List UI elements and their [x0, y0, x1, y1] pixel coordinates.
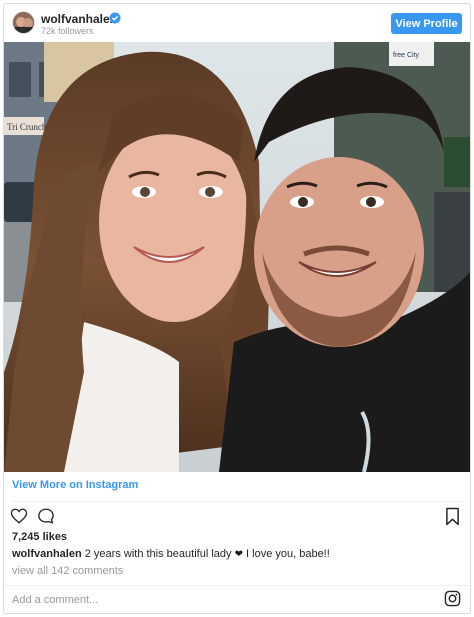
bookmark-icon[interactable] [445, 507, 460, 526]
header-username[interactable]: wolfvanhalen [41, 12, 117, 26]
caption-text: 2 years with this beautiful lady [84, 548, 232, 560]
add-comment-input[interactable] [12, 592, 412, 608]
instagram-embed-card: wolfvanhalen 72k followers View Profile [3, 3, 471, 614]
shop-sign-text: Tri Crunch [7, 122, 47, 132]
caption: wolfvanhalen 2 years with this beautiful… [12, 548, 330, 560]
divider [4, 585, 470, 586]
street-sign-text: free City [393, 52, 420, 59]
post-actions [4, 504, 470, 530]
couple-selfie-photo: Tri Crunch free City [4, 42, 470, 472]
comment-icon[interactable] [37, 507, 55, 525]
post-header: wolfvanhalen 72k followers View Profile [4, 4, 470, 42]
view-all-comments-link[interactable]: view all 142 comments [12, 565, 123, 577]
like-count[interactable]: 7,245 likes [12, 531, 67, 543]
caption-username[interactable]: wolfvanhalen [12, 548, 82, 560]
follower-count: 72k followers [41, 26, 94, 36]
verified-badge-icon [109, 12, 121, 24]
avatar-image [13, 12, 34, 33]
divider [12, 501, 462, 502]
heart-emoji-icon: ❤ [234, 549, 243, 560]
avatar[interactable] [12, 11, 35, 34]
instagram-glyph-icon[interactable] [444, 590, 461, 607]
view-profile-button[interactable]: View Profile [391, 13, 462, 34]
view-more-on-instagram-link[interactable]: View More on Instagram [12, 479, 138, 491]
caption-text-tail: I love you, babe!! [246, 548, 330, 560]
heart-icon[interactable] [10, 507, 28, 525]
post-photo[interactable]: Tri Crunch free City [4, 42, 470, 472]
